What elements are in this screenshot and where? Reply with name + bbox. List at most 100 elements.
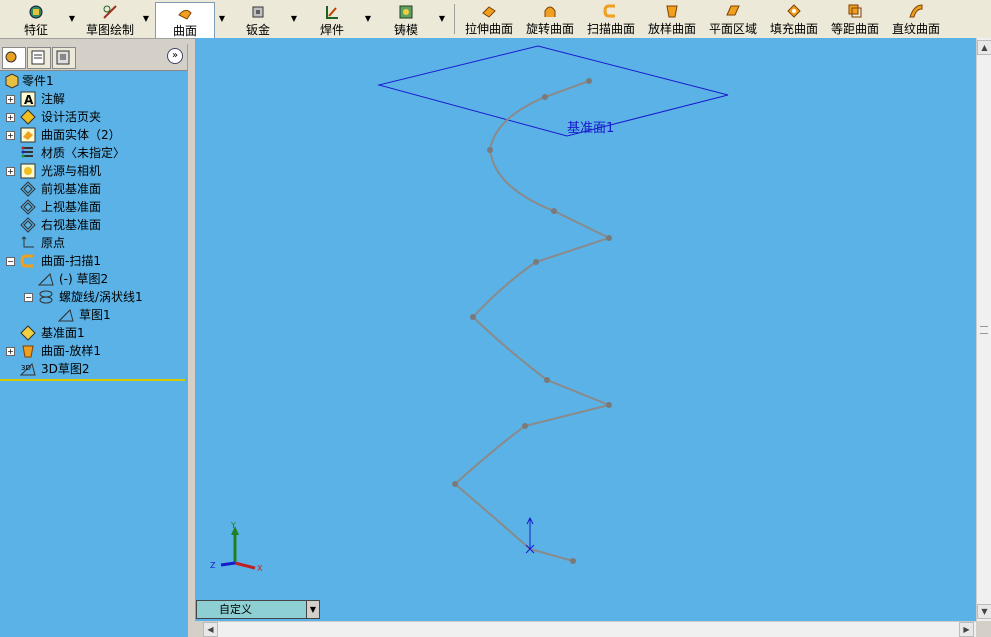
planar-surface-icon bbox=[726, 5, 740, 16]
expand-toggle[interactable]: + bbox=[6, 113, 15, 122]
svg-text:3D: 3D bbox=[21, 364, 31, 372]
view-triad[interactable]: Y X Z bbox=[210, 521, 263, 573]
tab-features[interactable]: 特征 bbox=[14, 2, 58, 37]
plane-icon bbox=[20, 325, 36, 341]
chevron-down-icon[interactable]: ▼ bbox=[306, 601, 319, 618]
tool-label: 拉伸曲面 bbox=[464, 22, 513, 36]
offset-surface-icon bbox=[848, 4, 862, 18]
tab-label: 特征 bbox=[23, 23, 48, 37]
configuration-manager-tab[interactable] bbox=[52, 47, 76, 69]
design-binder-icon bbox=[20, 109, 36, 125]
tab-label: 铸模 bbox=[393, 23, 418, 37]
filled-surface-button[interactable]: 填充曲面 bbox=[767, 2, 821, 36]
plane1-outline[interactable] bbox=[377, 45, 729, 137]
tool-label: 旋转曲面 bbox=[525, 22, 574, 36]
collapse-toggle[interactable]: − bbox=[6, 257, 15, 266]
expand-toggle[interactable]: + bbox=[6, 347, 15, 356]
tab-label: 焊件 bbox=[319, 23, 344, 37]
lofted-surface-button[interactable]: 放样曲面 bbox=[645, 2, 699, 36]
plane-label: 基准面1 bbox=[567, 121, 614, 136]
triad-z-label: Z bbox=[210, 561, 216, 570]
svg-text:A: A bbox=[24, 93, 34, 107]
tab-weldments[interactable]: 焊件 bbox=[312, 2, 352, 37]
features-icon bbox=[29, 5, 43, 19]
configuration-manager-icon bbox=[56, 50, 70, 65]
helix-curve[interactable] bbox=[453, 80, 613, 562]
property-manager-tab[interactable] bbox=[27, 47, 51, 69]
scroll-right-button[interactable]: ▶ bbox=[959, 622, 974, 637]
graphics-area[interactable]: 基准面1 Y X Z bbox=[195, 38, 976, 621]
offset-surface-button[interactable]: 等距曲面 bbox=[828, 2, 882, 36]
filled-surface-icon bbox=[787, 4, 801, 18]
feature-tree-tab[interactable] bbox=[2, 47, 26, 69]
tab-label: 钣金 bbox=[245, 23, 270, 37]
surface-icon bbox=[178, 9, 192, 20]
swept-surface-button[interactable]: 扫描曲面 bbox=[584, 2, 638, 36]
toolbar-separator bbox=[454, 4, 455, 34]
sketch-icon bbox=[103, 5, 117, 19]
command-manager: 特征 ▼ 草图绘制 ▼ 曲面 ▼ 钣金 ▼ 焊件 ▼ 铸模 ▼ 拉伸曲面 旋转曲… bbox=[0, 0, 991, 39]
sketch-icon bbox=[58, 309, 74, 322]
collapse-toggle[interactable]: − bbox=[24, 293, 33, 302]
triad-y-label: Y bbox=[230, 521, 236, 530]
swept-surface-icon bbox=[603, 4, 615, 18]
lights-icon bbox=[20, 163, 36, 179]
revolved-surface-button[interactable]: 旋转曲面 bbox=[523, 2, 577, 36]
extruded-surface-button[interactable]: 拉伸曲面 bbox=[462, 2, 516, 36]
tab-mold-tools[interactable]: 铸模 bbox=[386, 2, 426, 37]
sheet-metal-icon bbox=[252, 6, 264, 18]
tool-label: 平面区域 bbox=[708, 22, 757, 36]
ruled-surface-icon bbox=[909, 4, 923, 18]
view-orientation-value: 自定义 bbox=[219, 603, 252, 616]
view-orientation-select[interactable]: 自定义 ▼ bbox=[196, 600, 320, 619]
extruded-surface-icon bbox=[482, 6, 496, 18]
tab-sketch[interactable]: 草图绘制 bbox=[82, 2, 138, 37]
rollback-bar[interactable] bbox=[0, 379, 185, 381]
tool-label: 填充曲面 bbox=[769, 22, 818, 36]
tab-label: 草图绘制 bbox=[85, 23, 134, 37]
3d-sketch-icon: 3D bbox=[20, 363, 36, 376]
weldment-icon bbox=[326, 6, 338, 19]
lofted-surface-icon bbox=[666, 5, 678, 18]
features-dropdown[interactable]: ▼ bbox=[66, 4, 78, 34]
scroll-left-button[interactable]: ◀ bbox=[203, 622, 218, 637]
tool-label: 等距曲面 bbox=[830, 22, 879, 36]
tool-label: 放样曲面 bbox=[647, 22, 696, 36]
tool-label: 直纹曲面 bbox=[891, 22, 940, 36]
revolved-surface-icon bbox=[544, 6, 556, 17]
material-icon bbox=[21, 146, 33, 158]
helix-icon bbox=[39, 290, 53, 304]
planar-surface-button[interactable]: 平面区域 bbox=[706, 2, 760, 36]
property-manager-icon bbox=[31, 50, 45, 65]
vertical-scrollbar[interactable]: ▲ ▼ bbox=[976, 38, 991, 621]
tool-label: 扫描曲面 bbox=[586, 22, 635, 36]
plane-icon bbox=[20, 181, 36, 197]
feature-tree-icon bbox=[5, 51, 17, 63]
surface-bodies-icon bbox=[20, 127, 36, 143]
origin-icon bbox=[21, 236, 34, 248]
scroll-grip[interactable] bbox=[980, 326, 988, 334]
tab-surfaces[interactable]: 曲面 bbox=[155, 2, 215, 38]
plane-icon bbox=[20, 199, 36, 215]
tab-label: 曲面 bbox=[172, 24, 197, 38]
horizontal-scrollbar[interactable]: ◀ ▶ bbox=[203, 621, 976, 637]
mold-icon bbox=[399, 5, 413, 19]
ruled-surface-button[interactable]: 直纹曲面 bbox=[889, 2, 943, 36]
expand-toggle[interactable]: + bbox=[6, 95, 15, 104]
sheet-metal-dropdown[interactable]: ▼ bbox=[288, 4, 300, 34]
expand-toggle[interactable]: + bbox=[6, 131, 15, 140]
surfaces-dropdown[interactable]: ▼ bbox=[216, 4, 228, 34]
scroll-up-button[interactable]: ▲ bbox=[977, 40, 991, 55]
model-view: 基准面1 Y X Z bbox=[210, 45, 729, 573]
plane-icon bbox=[20, 217, 36, 233]
swept-surface-icon bbox=[20, 254, 33, 268]
tab-sheet-metal[interactable]: 钣金 bbox=[238, 2, 278, 37]
sketch-dropdown[interactable]: ▼ bbox=[140, 4, 152, 34]
triad-x-label: X bbox=[257, 564, 263, 573]
expand-panel-button[interactable]: » bbox=[167, 48, 183, 64]
scroll-down-button[interactable]: ▼ bbox=[977, 604, 991, 619]
expand-toggle[interactable]: + bbox=[6, 167, 15, 176]
weldments-dropdown[interactable]: ▼ bbox=[362, 4, 374, 34]
mold-tools-dropdown[interactable]: ▼ bbox=[436, 4, 448, 34]
annotation-icon: A bbox=[20, 91, 36, 107]
